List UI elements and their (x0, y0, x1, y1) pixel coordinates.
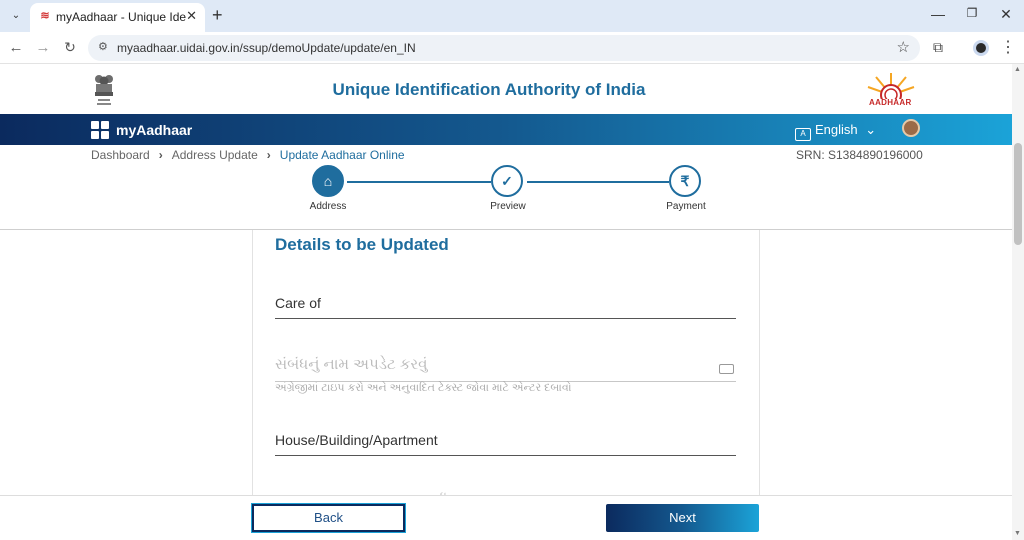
stepper-connector (347, 181, 491, 183)
relation-name-input[interactable]: સંબંધનું નામ અપડેટ કરવું (275, 356, 428, 373)
srn-number: SRN: S1384890196000 (796, 148, 923, 162)
forward-arrow-icon[interactable]: → (33, 39, 53, 56)
breadcrumb-address-update[interactable]: Address Update (172, 148, 258, 162)
page-scrollbar[interactable] (1012, 64, 1024, 540)
browser-tab-bar: ⌄ ≋ myAadhaar - Unique Identificat ✕ + —… (0, 0, 1024, 32)
scroll-up-icon[interactable]: ▲ (1014, 66, 1021, 73)
apps-grid-icon[interactable] (91, 121, 109, 139)
url-text: myaadhaar.uidai.gov.in/ssup/demoUpdate/u… (117, 41, 416, 55)
house-building-field[interactable]: House/Building/Apartment (275, 432, 438, 448)
house-underline (275, 455, 736, 456)
back-arrow-icon[interactable]: ← (6, 39, 26, 56)
step-payment-rupee-icon: ₹ (669, 165, 701, 197)
step-address-home-icon: ⌂ (312, 165, 344, 197)
transliteration-hint: અંગ્રેજીમાં ટાઇપ કરો અને અનુવાદિત ટેક્સ્… (275, 382, 572, 394)
step-preview-check-icon: ✓ (491, 165, 523, 197)
browser-tab[interactable]: ≋ myAadhaar - Unique Identificat ✕ (30, 3, 205, 32)
language-label: English (815, 122, 858, 137)
extensions-icon[interactable]: ⧉ (933, 39, 943, 56)
brand-name[interactable]: myAadhaar (116, 122, 192, 138)
step-label-payment: Payment (666, 201, 706, 212)
next-button[interactable]: Next (606, 504, 759, 532)
step-label-address: Address (309, 201, 347, 212)
stepper-connector (527, 181, 669, 183)
site-info-icon[interactable]: ⚙ (98, 40, 108, 53)
breadcrumb-current: Update Aadhaar Online (279, 148, 405, 162)
back-button[interactable]: Back (251, 503, 406, 533)
url-field[interactable]: ⚙ myaadhaar.uidai.gov.in/ssup/demoUpdate… (88, 35, 920, 61)
aadhaar-sun-icon (867, 73, 915, 106)
aadhaar-logo: AADHAAR (862, 71, 920, 111)
top-navbar: myAadhaar A English ⌄ (0, 114, 1012, 145)
organization-title: Unique Identification Authority of India (332, 80, 646, 99)
aadhaar-logo-text: AADHAAR (869, 98, 912, 107)
aadhaar-favicon-icon: ≋ (40, 10, 50, 22)
language-selector[interactable]: A English ⌄ (795, 122, 876, 141)
care-of-underline (275, 318, 736, 319)
step-label-preview: Preview (490, 201, 526, 212)
action-footer (0, 495, 1012, 540)
browser-menu-icon[interactable]: ⋮ (1000, 37, 1016, 57)
reload-icon[interactable]: ↻ (60, 39, 80, 56)
care-of-field[interactable]: Care of (275, 295, 321, 311)
address-bar-row: ← → ↻ ⚙ myaadhaar.uidai.gov.in/ssup/demo… (0, 32, 1024, 64)
user-avatar[interactable] (902, 119, 920, 137)
tab-close-icon[interactable]: ✕ (186, 8, 197, 24)
minimize-icon[interactable]: — (928, 6, 948, 22)
window-close-icon[interactable]: ✕ (996, 6, 1016, 23)
translate-icon: A (795, 128, 811, 141)
tab-title: myAadhaar - Unique Identificat (56, 10, 186, 24)
restore-icon[interactable]: ❐ (962, 6, 982, 20)
breadcrumb-chevron-icon: › (266, 148, 271, 162)
scrollbar-thumb[interactable] (1014, 143, 1022, 245)
profile-icon[interactable] (973, 40, 989, 56)
breadcrumb-chevron-icon: › (158, 148, 163, 162)
keyboard-icon[interactable] (719, 364, 734, 374)
chevron-down-icon: ⌄ (865, 122, 877, 137)
breadcrumb-dashboard[interactable]: Dashboard (91, 148, 150, 162)
tab-search-icon[interactable]: ⌄ (6, 6, 26, 26)
breadcrumb: Dashboard › Address Update › Update Aadhaar … (91, 148, 405, 162)
section-title: Details to be Updated (275, 235, 449, 254)
bookmark-star-icon[interactable]: ☆ (897, 38, 910, 56)
new-tab-icon[interactable]: + (212, 5, 223, 25)
scroll-down-icon[interactable]: ▼ (1014, 530, 1021, 537)
